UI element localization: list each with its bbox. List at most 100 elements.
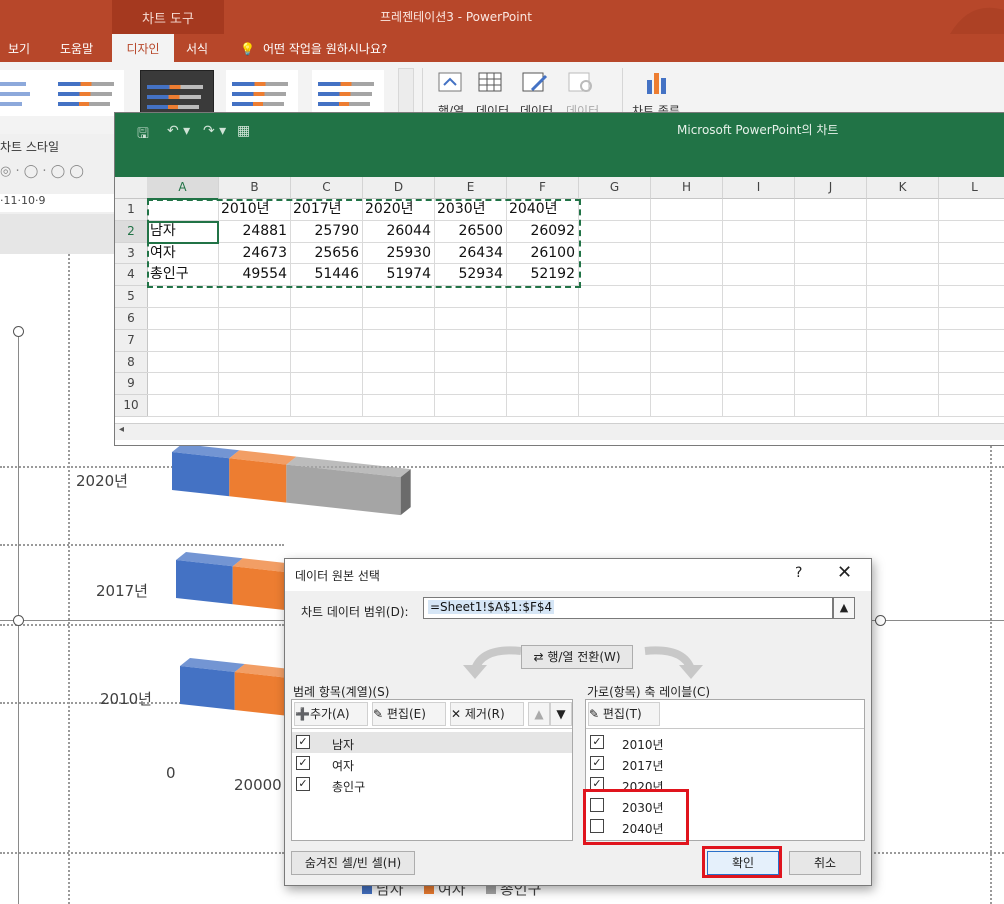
column-header[interactable]: G [579,177,651,199]
row-header[interactable]: 5 [115,286,148,308]
change-chart-type-icon[interactable] [642,70,672,96]
column-header[interactable]: K [867,177,939,199]
row-header[interactable]: 9 [115,373,148,396]
edit-in-excel-icon[interactable]: ▦ [237,123,250,139]
row-header[interactable]: 3 [115,242,148,265]
chart-style-thumb-2[interactable] [52,70,124,116]
hidden-empty-cells-button[interactable]: 숨겨진 셀/빈 셀(H) [291,851,415,875]
switch-row-column-icon[interactable] [436,70,466,96]
scroll-left-icon[interactable]: ◂ [119,424,124,435]
edit-data-icon[interactable] [520,70,550,96]
column-header[interactable]: E [435,177,507,199]
row-header[interactable]: 4 [115,264,148,287]
collapse-dialog-button[interactable]: ▲ [833,597,855,619]
select-all-corner[interactable] [115,177,148,199]
column-header[interactable]: I [723,177,795,199]
tab-design[interactable]: 디자인 [112,34,174,62]
close-button[interactable]: ✕ [837,562,852,583]
row-header[interactable]: 7 [115,329,148,352]
collapse-arrow-icon: ▲ [839,601,849,614]
axis-item-2010[interactable]: ✓ 2010년 [586,732,864,753]
axis-item-2017[interactable]: ✓ 2017년 [586,753,864,774]
y-axis-label: 2010년 [100,690,152,708]
horizontal-scrollbar[interactable]: ◂ [115,423,1004,440]
legend-entries-panel: ➕추가(A) ✎ 편집(E) ✕ 제거(R) ▲ ▼ ✓ 남자 ✓ 여자 ✓ 총… [291,699,573,841]
axis-labels-label: 가로(항목) 축 레이블(C) [587,685,711,699]
legend-checkbox[interactable]: ✓ [296,777,310,791]
row-header[interactable]: 8 [115,351,148,374]
move-down-button[interactable]: ▼ [550,702,572,726]
row-header[interactable]: 6 [115,308,148,330]
undo-icon[interactable]: ↶ ▾ [167,123,190,139]
axis-checkbox[interactable]: ✓ [590,756,604,770]
bar-segment-0[interactable] [180,666,235,711]
edit-series-button[interactable]: ✎ 편집(E) [372,702,446,726]
legend-item-label: 여자 [332,759,355,773]
bar-segment-1[interactable] [229,458,287,503]
cancel-button[interactable]: 취소 [789,851,861,875]
column-header[interactable]: B [219,177,291,199]
add-icon: ➕ [295,707,310,721]
help-button[interactable]: ? [795,565,802,581]
legend-item-total[interactable]: ✓ 총인구 [292,774,572,795]
row-header[interactable]: 10 [115,395,148,417]
y-axis-label: 2017년 [96,582,148,600]
chart-data-range-input[interactable]: =Sheet1!$A$1:$F$4 [423,597,833,619]
column-header[interactable]: A [147,177,219,200]
legend-checkbox[interactable]: ✓ [296,756,310,770]
move-up-button[interactable]: ▲ [528,702,550,726]
tab-format[interactable]: 서식 [186,40,208,57]
axis-checkbox[interactable]: ✓ [590,735,604,749]
column-header[interactable]: H [651,177,723,199]
chart-style-thumb-3[interactable] [140,70,214,118]
column-header[interactable]: L [939,177,1004,199]
spreadsheet-grid[interactable]: A B C D E F G H I J K L 1 2 3 4 5 6 7 8 9 10 2010년 2017년 2020년 20… [115,177,1004,439]
chart-style-thumb-1[interactable] [0,70,52,116]
range-value: =Sheet1!$A$1:$F$4 [428,600,555,614]
remove-series-button[interactable]: ✕ 제거(R) [450,702,524,726]
switch-button-label: 행/열 전환(W) [547,650,621,664]
gallery-scroll[interactable] [398,68,414,116]
select-data-icon[interactable] [476,70,506,96]
column-header[interactable]: J [795,177,867,199]
legend-item-female[interactable]: ✓ 여자 [292,753,572,774]
legend-item-label: 총인구 [332,780,366,794]
row-header[interactable]: 2 [115,220,148,243]
bar-segment-1[interactable] [234,672,290,716]
remove-icon: ✕ [451,707,465,721]
legend-item-label: 남자 [332,738,355,752]
bar-segment-0[interactable] [176,560,233,605]
excel-title-bar: 🖫 ↶ ▾ ↷ ▾ ▦ Microsoft PowerPoint의 차트 [115,113,1004,177]
add-series-button[interactable]: ➕추가(A) [294,702,368,726]
bar-segment-1[interactable] [232,566,290,611]
save-icon[interactable]: 🖫 [137,123,149,147]
lightbulb-icon: 💡 [240,42,255,56]
chart-style-thumb-5[interactable] [312,70,384,116]
redo-icon[interactable]: ↷ ▾ [203,123,226,139]
tab-help[interactable]: 도움말 [60,40,93,57]
arrow-right-decoration [644,646,703,679]
tab-view[interactable]: 보기 [8,40,30,57]
excel-datasheet-window: 🖫 ↶ ▾ ↷ ▾ ▦ Microsoft PowerPoint의 차트 ABC… [114,112,1004,446]
switch-row-column-button[interactable]: ⇄ 행/열 전환(W) [521,645,633,669]
remove-label: 제거(R) [464,707,505,721]
column-header[interactable]: D [363,177,435,199]
x-axis-label: 20000 [234,776,282,794]
edit-axis-labels-button[interactable]: ✎ 편집(T) [588,702,660,726]
active-cell [147,220,219,244]
left-lower-band [0,214,114,254]
axis-item-label: 2010년 [622,738,664,752]
bar-segment-0[interactable] [172,452,230,497]
y-axis-label: 2020년 [76,472,128,490]
up-arrow-icon: ▲ [534,707,544,721]
context-tab-chart-tools: 차트 도구 [112,0,224,34]
legend-checkbox[interactable]: ✓ [296,735,310,749]
legend-item-male[interactable]: ✓ 남자 [292,732,572,753]
chart-style-thumb-4[interactable] [226,70,298,116]
title-decoration [950,7,1004,34]
row-header[interactable]: 1 [115,199,148,221]
column-header[interactable]: C [291,177,363,199]
column-header[interactable]: F [507,177,579,199]
edit-label: 편집(E) [386,707,426,721]
tell-me-box[interactable]: 💡 어떤 작업을 원하시나요? [240,40,387,57]
